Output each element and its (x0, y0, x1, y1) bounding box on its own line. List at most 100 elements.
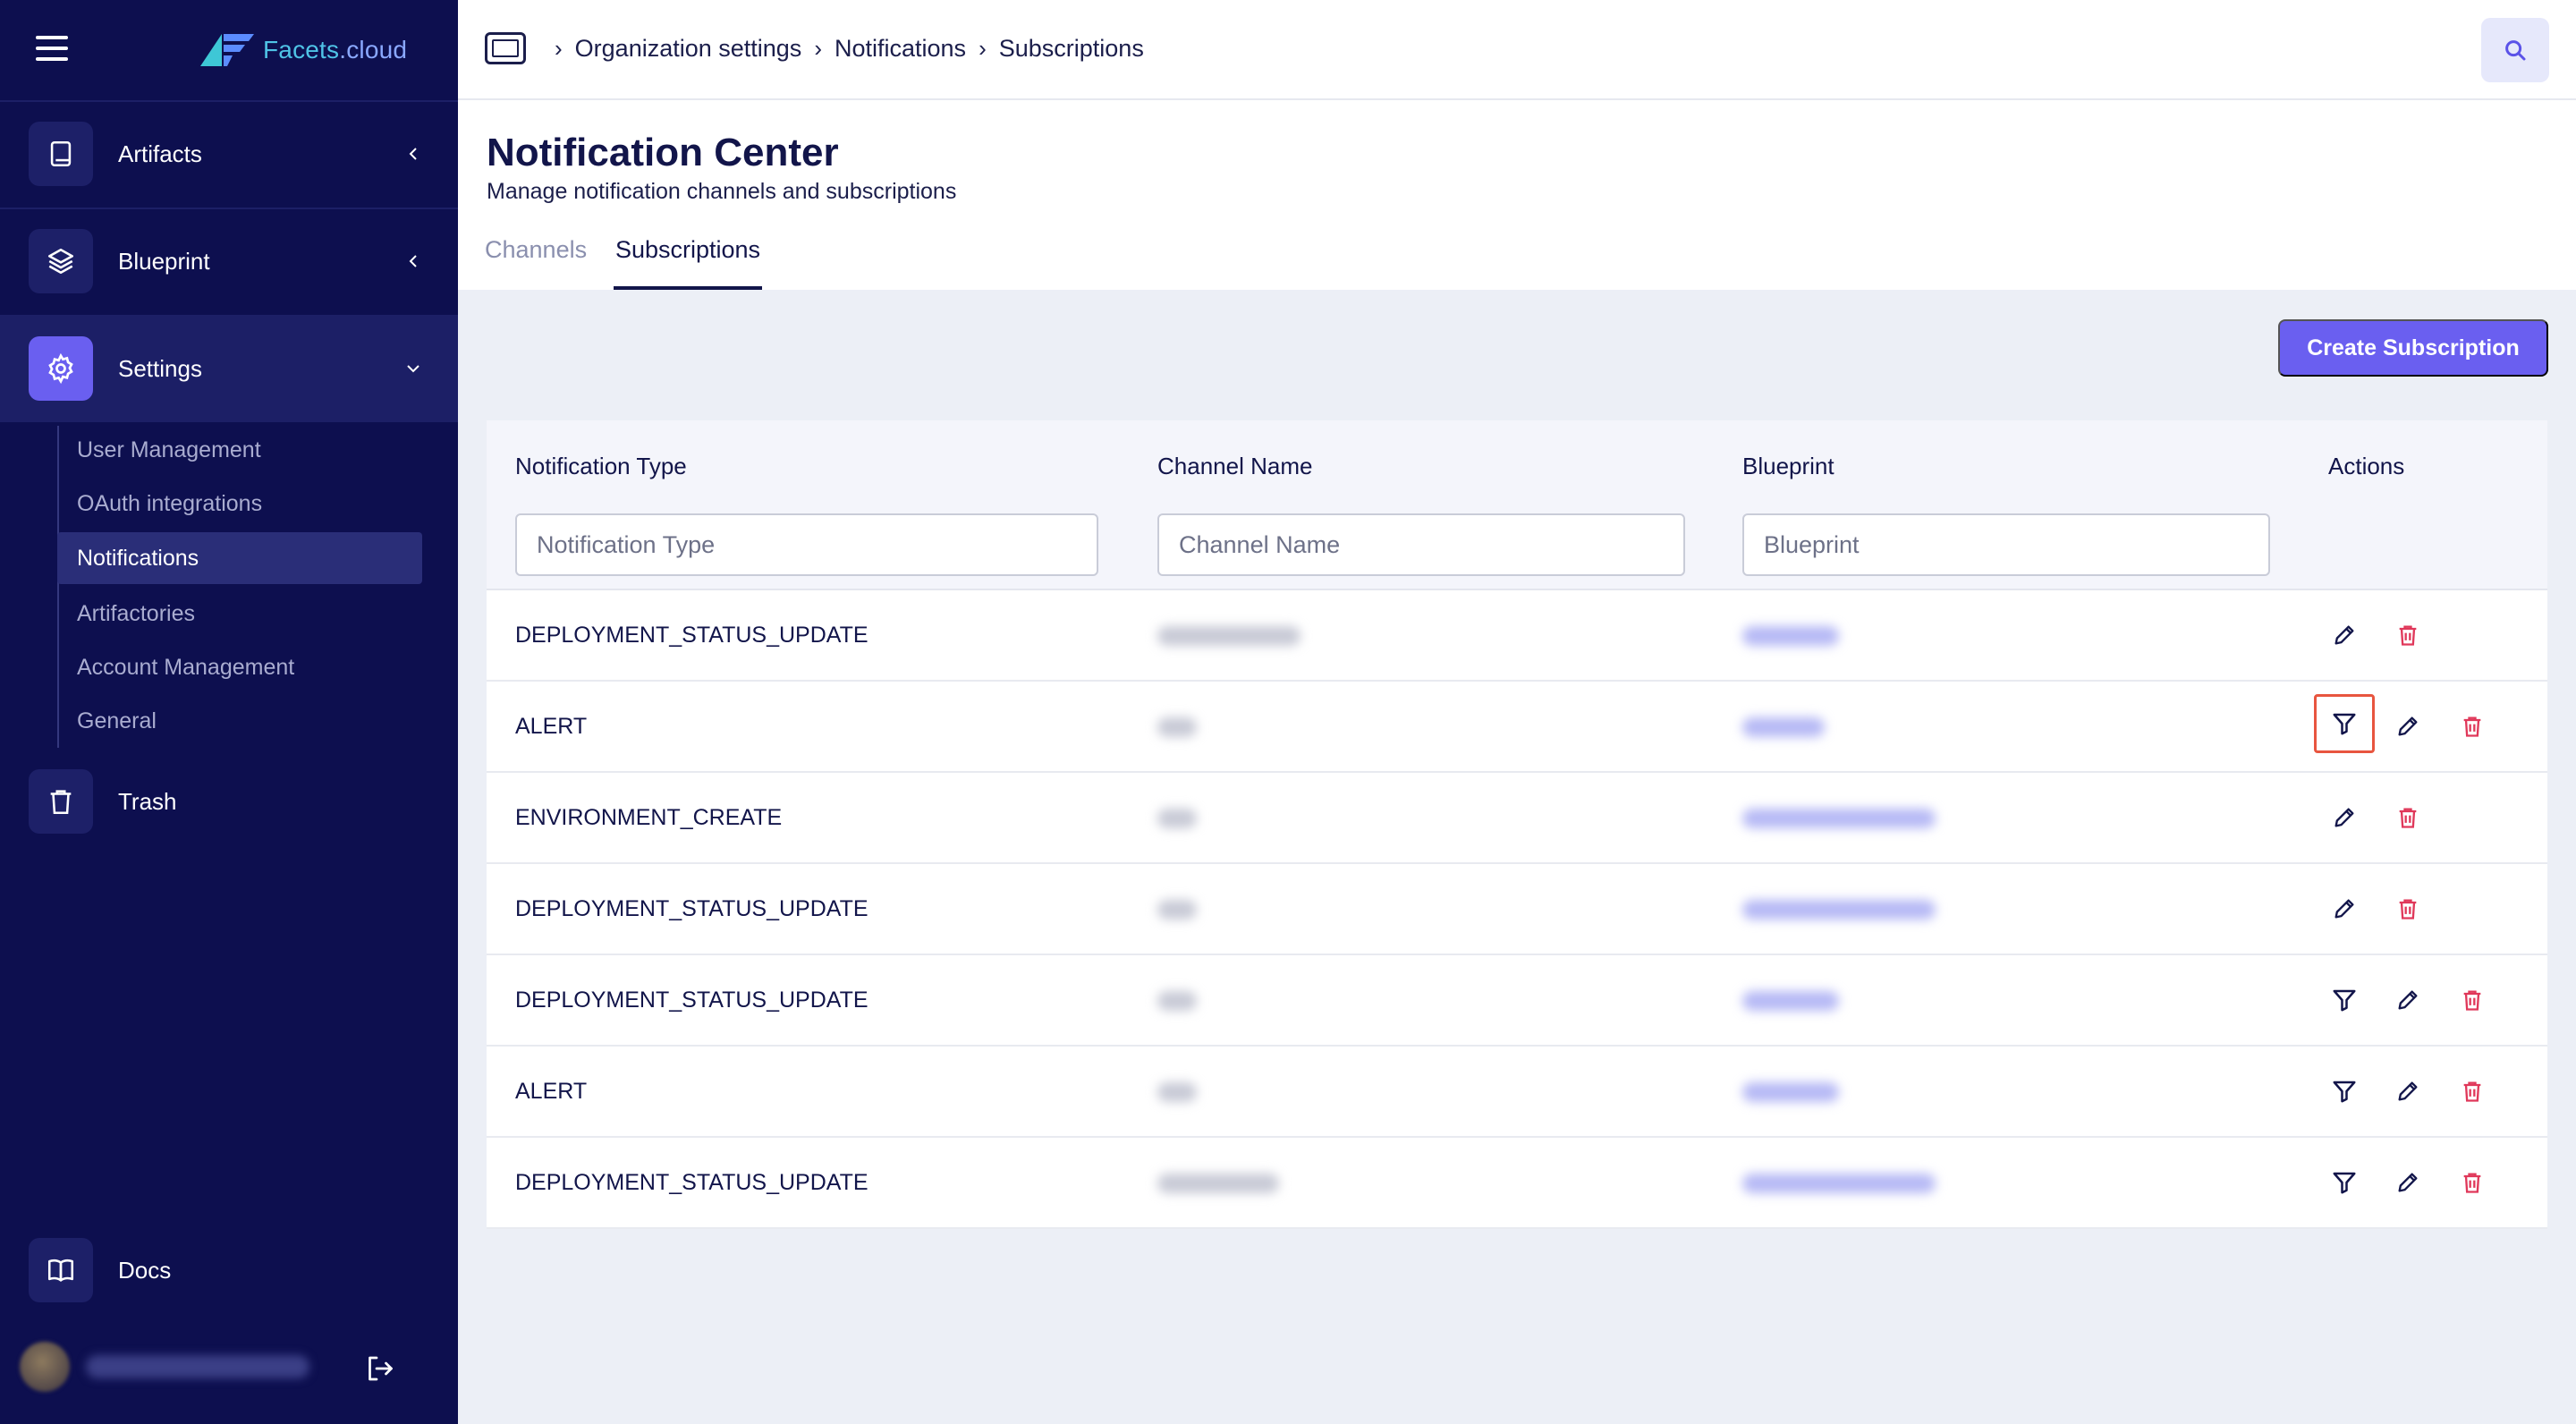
table-header: Notification Type Channel Name Blueprint… (487, 420, 2547, 590)
column-header-actions: Actions (2328, 453, 2405, 479)
channel-name-cell-redacted (1157, 717, 1197, 737)
logo[interactable]: Facets.cloud (200, 30, 407, 70)
edit-icon[interactable] (2392, 1075, 2424, 1107)
sidebar-subitem-general[interactable]: General (57, 695, 422, 747)
chevron-left-icon (409, 255, 417, 267)
sidebar-item-settings[interactable]: Settings (0, 315, 458, 422)
blueprint-link-redacted[interactable] (1742, 991, 1839, 1011)
sidebar-item-trash[interactable]: Trash (0, 748, 458, 855)
edit-icon[interactable] (2328, 893, 2360, 925)
trash-icon (29, 769, 93, 834)
chevron-left-icon (409, 148, 417, 160)
demo-icon[interactable] (485, 32, 526, 64)
sidebar-item-label: Settings (118, 354, 202, 382)
chevron-right-icon: › (979, 34, 987, 62)
table-row: DEPLOYMENT_STATUS_UPDATE (487, 955, 2547, 1047)
book-icon (29, 122, 93, 186)
blueprint-link-redacted[interactable] (1742, 900, 1936, 920)
top-bar: › Organization settings › Notifications … (458, 0, 2576, 100)
search-icon (2505, 40, 2526, 61)
delete-icon[interactable] (2392, 893, 2424, 925)
filter-icon[interactable] (2314, 694, 2375, 753)
blueprint-link-redacted[interactable] (1742, 717, 1825, 737)
user-name-redacted (86, 1355, 309, 1378)
notification-type-cell: DEPLOYMENT_STATUS_UPDATE (515, 623, 869, 648)
chevron-down-icon (407, 365, 419, 373)
delete-icon[interactable] (2456, 710, 2488, 742)
tab-subscriptions[interactable]: Subscriptions (614, 233, 762, 290)
blueprint-link-redacted[interactable] (1742, 1174, 1936, 1193)
delete-icon[interactable] (2456, 1075, 2488, 1107)
edit-icon[interactable] (2328, 801, 2360, 834)
notification-type-cell: ALERT (515, 714, 588, 739)
filter-icon[interactable] (2328, 984, 2360, 1016)
filter-icon[interactable] (2328, 1075, 2360, 1107)
breadcrumb-notifications[interactable]: Notifications (835, 35, 966, 63)
sidebar-item-label: Docs (118, 1256, 172, 1284)
notification-type-cell: ALERT (515, 1079, 588, 1104)
table-row: ALERT (487, 682, 2547, 773)
menu-icon[interactable] (36, 36, 68, 61)
sidebar-item-blueprint[interactable]: Blueprint (0, 208, 458, 315)
page-subtitle: Manage notification channels and subscri… (487, 179, 957, 204)
table-row: ENVIRONMENT_CREATE (487, 773, 2547, 864)
delete-icon[interactable] (2456, 1166, 2488, 1199)
sidebar-item-docs[interactable]: Docs (0, 1216, 458, 1324)
sidebar-subitem-user-management[interactable]: User Management (57, 424, 422, 476)
sidebar-item-artifacts[interactable]: Artifacts (0, 100, 458, 208)
sidebar-subitem-notifications[interactable]: Notifications (57, 532, 422, 584)
breadcrumb-subscriptions: Subscriptions (998, 34, 1144, 62)
channel-name-cell-redacted (1157, 626, 1301, 646)
create-subscription-button[interactable]: Create Subscription (2278, 319, 2548, 377)
channel-name-cell-redacted (1157, 900, 1197, 920)
delete-icon[interactable] (2392, 801, 2424, 834)
blueprint-link-redacted[interactable] (1742, 809, 1936, 828)
delete-icon[interactable] (2456, 984, 2488, 1016)
blueprint-link-redacted[interactable] (1742, 626, 1839, 646)
page-header: Notification Center Manage notification … (458, 100, 2576, 290)
table-row: DEPLOYMENT_STATUS_UPDATE (487, 864, 2547, 955)
blueprint-filter-input[interactable] (1742, 513, 2270, 576)
notification-type-cell: DEPLOYMENT_STATUS_UPDATE (515, 987, 869, 1013)
sidebar-header: Facets.cloud (0, 0, 458, 100)
sidebar: Facets.cloud Artifacts Blueprint Setting… (0, 0, 458, 1424)
notification-type-cell: DEPLOYMENT_STATUS_UPDATE (515, 896, 869, 921)
filter-icon[interactable] (2328, 1166, 2360, 1199)
brand-name: Facets.cloud (263, 36, 408, 64)
sidebar-subitem-artifactories[interactable]: Artifactories (57, 588, 422, 640)
tab-channels[interactable]: Channels (485, 233, 587, 290)
sidebar-subitem-account-management[interactable]: Account Management (57, 641, 422, 693)
edit-icon[interactable] (2328, 619, 2360, 651)
chevron-right-icon: › (814, 34, 822, 62)
notification-type-filter-input[interactable] (515, 513, 1098, 576)
blueprint-link-redacted[interactable] (1742, 1082, 1839, 1102)
table-row: DEPLOYMENT_STATUS_UPDATE (487, 590, 2547, 682)
subscriptions-table: Notification Type Channel Name Blueprint… (487, 420, 2547, 1229)
column-header-blueprint: Blueprint (1742, 453, 1835, 479)
column-header-channel-name: Channel Name (1157, 453, 1313, 479)
sidebar-item-label: Trash (118, 787, 177, 815)
table-row: ALERT (487, 1047, 2547, 1138)
channel-name-cell-redacted (1157, 991, 1197, 1011)
avatar (20, 1342, 70, 1392)
search-button[interactable] (2481, 18, 2549, 82)
column-header-notification-type: Notification Type (515, 453, 687, 479)
open-book-icon (29, 1238, 93, 1302)
edit-icon[interactable] (2392, 984, 2424, 1016)
sidebar-subitem-oauth-integrations[interactable]: OAuth integrations (57, 478, 422, 530)
channel-name-filter-input[interactable] (1157, 513, 1685, 576)
gear-icon (29, 336, 93, 401)
notification-type-cell: ENVIRONMENT_CREATE (515, 805, 783, 830)
channel-name-cell-redacted (1157, 809, 1197, 828)
user-profile[interactable] (20, 1340, 440, 1394)
edit-icon[interactable] (2392, 710, 2424, 742)
chevron-right-icon: › (555, 34, 563, 62)
breadcrumb: › Organization settings › Notifications … (485, 32, 1144, 64)
channel-name-cell-redacted (1157, 1174, 1279, 1193)
layers-icon (29, 229, 93, 293)
edit-icon[interactable] (2392, 1166, 2424, 1199)
logout-icon[interactable] (363, 1352, 395, 1385)
facets-logo-icon (200, 34, 254, 66)
breadcrumb-organization-settings[interactable]: Organization settings (575, 35, 802, 63)
delete-icon[interactable] (2392, 619, 2424, 651)
